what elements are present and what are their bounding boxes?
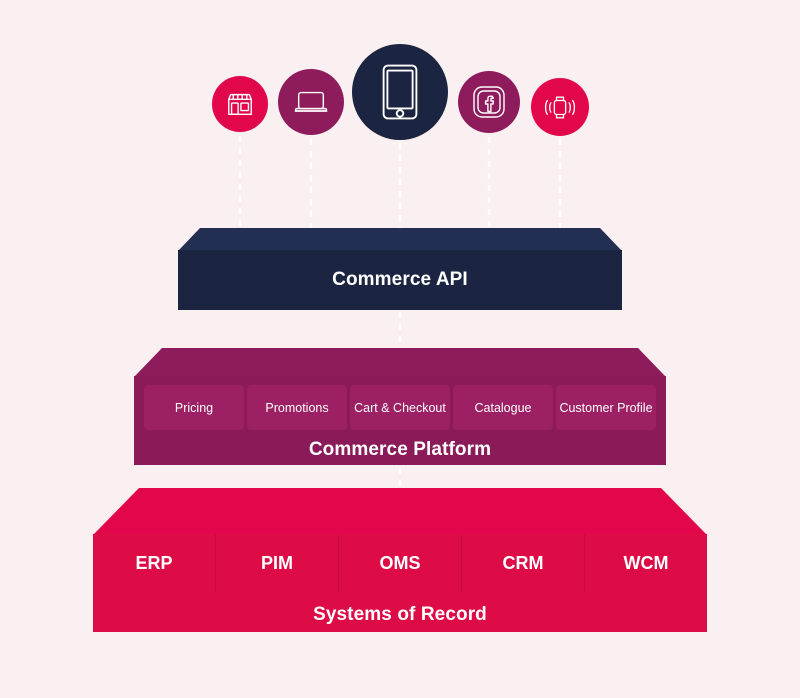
channel-mobile[interactable] [352, 44, 448, 140]
tier-systems-body: ERP PIM OMS CRM WCM Systems of Record [93, 534, 707, 632]
tier-platform-title: Commerce Platform [308, 439, 492, 460]
channel-store[interactable] [212, 76, 268, 132]
systems-record-row: ERP PIM OMS CRM WCM [93, 534, 707, 592]
systems-cell-wcm[interactable]: WCM [585, 534, 707, 592]
systems-cell-pim[interactable]: PIM [216, 534, 339, 592]
tier-api-body: Commerce API [178, 250, 622, 310]
systems-cell-label: PIM [260, 552, 293, 573]
smartwatch-icon [543, 92, 577, 122]
smartphone-icon [381, 63, 419, 121]
platform-cell-label: Customer Profile [559, 400, 653, 415]
tier-commerce-api[interactable]: Commerce API [178, 228, 622, 310]
systems-cell-oms[interactable]: OMS [339, 534, 462, 592]
platform-capability-row: Pricing Promotions Cart & Checkout Catal… [144, 385, 656, 430]
facebook-icon [472, 85, 506, 119]
platform-cell-cart-checkout[interactable]: Cart & Checkout [350, 385, 450, 430]
platform-cell-label: Catalogue [474, 400, 532, 415]
platform-cell-label: Pricing [174, 400, 214, 415]
tier-api-title: Commerce API [332, 269, 468, 290]
channel-social[interactable] [458, 71, 520, 133]
platform-cell-customer-profile[interactable]: Customer Profile [556, 385, 656, 430]
systems-cell-erp[interactable]: ERP [93, 534, 216, 592]
architecture-diagram: Commerce API Pricing Promotions Cart & C… [0, 0, 800, 698]
tier-systems-of-record[interactable]: ERP PIM OMS CRM WCM Systems of Record [93, 488, 707, 632]
tier-platform-top-face [134, 348, 666, 377]
tier-systems-title: Systems of Record [313, 604, 487, 625]
systems-cell-crm[interactable]: CRM [462, 534, 585, 592]
systems-cell-label: CRM [502, 552, 544, 573]
tier-commerce-platform[interactable]: Pricing Promotions Cart & Checkout Catal… [134, 348, 666, 465]
laptop-icon [293, 87, 329, 117]
platform-cell-label: Cart & Checkout [354, 400, 446, 415]
platform-cell-promotions[interactable]: Promotions [247, 385, 347, 430]
systems-cell-label: OMS [379, 552, 421, 573]
platform-cell-label: Promotions [265, 400, 329, 415]
channel-wearable[interactable] [531, 78, 589, 136]
storefront-icon [225, 89, 255, 119]
systems-cell-label: WCM [623, 552, 669, 573]
platform-cell-pricing[interactable]: Pricing [144, 385, 244, 430]
tier-systems-top-face [93, 488, 707, 535]
channel-row [0, 0, 800, 150]
systems-cell-label: ERP [135, 552, 173, 573]
tier-platform-body: Pricing Promotions Cart & Checkout Catal… [134, 376, 666, 465]
channel-laptop[interactable] [278, 69, 344, 135]
tier-api-top-face [178, 228, 622, 251]
platform-cell-catalogue[interactable]: Catalogue [453, 385, 553, 430]
